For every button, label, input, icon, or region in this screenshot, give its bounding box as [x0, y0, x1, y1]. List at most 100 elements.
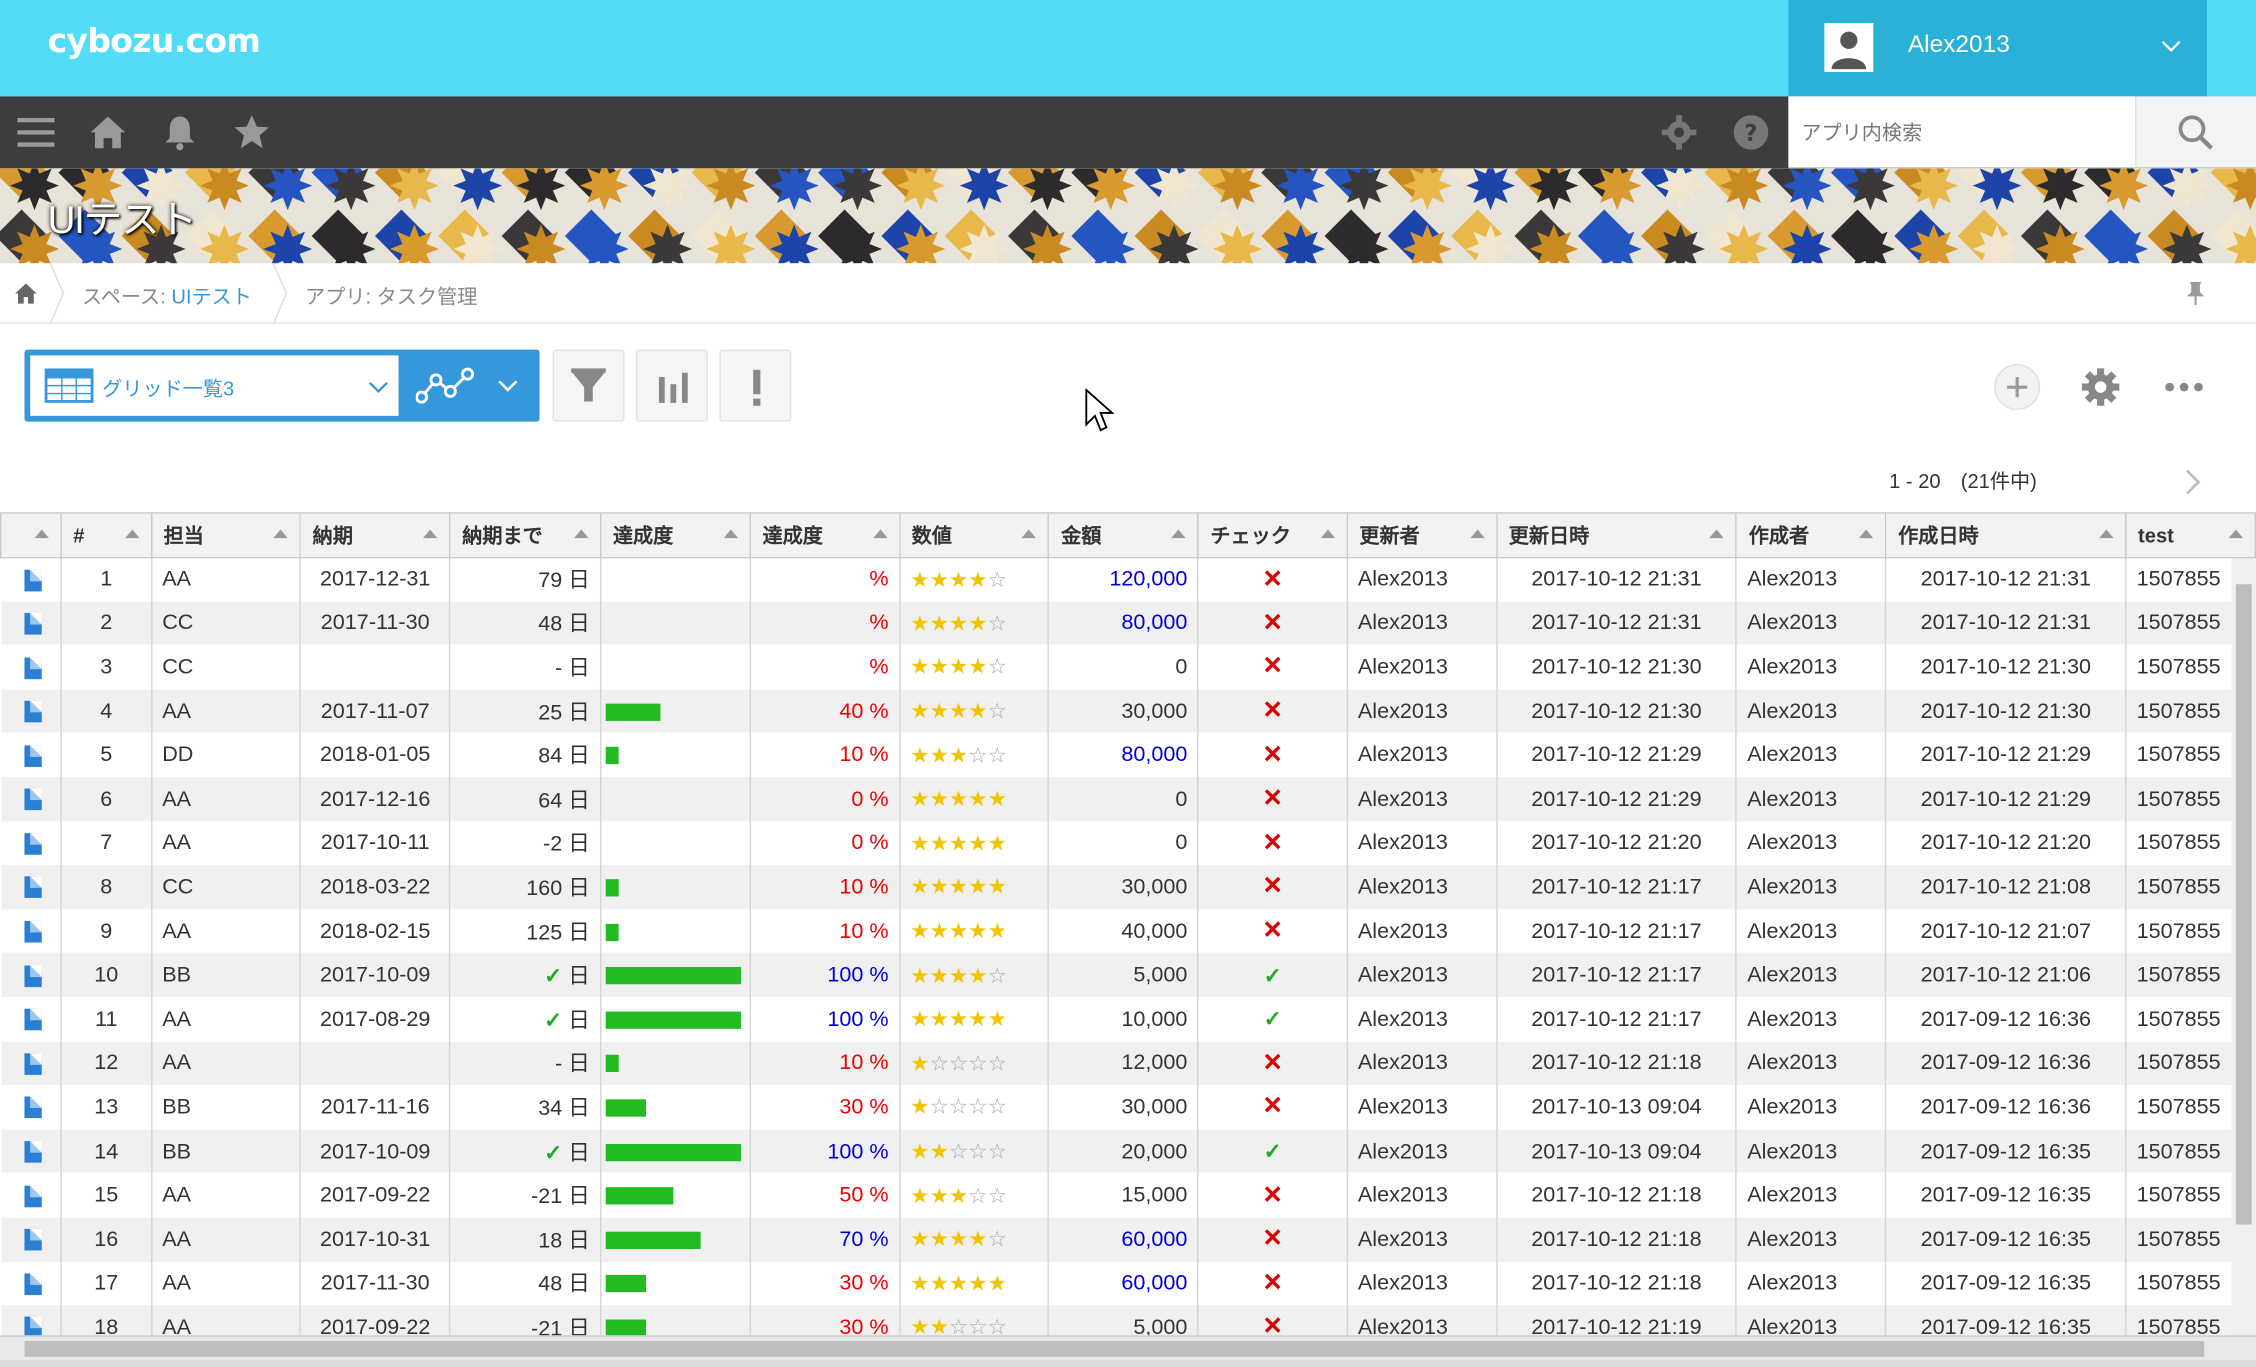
alert-button[interactable] [719, 349, 792, 422]
row-detail-cell[interactable] [0, 1041, 62, 1086]
app-settings-button[interactable] [2078, 364, 2124, 410]
row-detail-cell[interactable] [0, 953, 62, 998]
menu-icon[interactable] [17, 114, 55, 151]
table-row[interactable]: 7 AA 2017-10-11 -2 日0 % ★★★★★ 0 ✕ Alex2013 2017-… [0, 821, 2256, 866]
row-detail-cell[interactable] [0, 556, 62, 601]
add-record-button[interactable] [1994, 364, 2041, 411]
table-row[interactable]: 6 AA 2017-12-16 64 日0 % ★★★★★ 0 ✕ Alex2013 2017-… [0, 776, 2256, 822]
column-header[interactable]: 数値 [898, 513, 1050, 558]
column-header[interactable]: チェック [1197, 513, 1348, 558]
scrollbar-thumb[interactable] [2235, 584, 2252, 1225]
column-header[interactable]: 作成者 [1735, 513, 1887, 558]
table-row[interactable]: 8 CC 2018-03-22 160 日 10 % ★★★★★ 30,000 ✕ Alex20… [0, 865, 2256, 910]
row-detail-cell[interactable] [0, 1305, 62, 1336]
document-icon[interactable] [23, 1141, 42, 1163]
chevron-down-icon[interactable] [498, 378, 518, 392]
breadcrumb-space-link[interactable]: UIテスト [171, 285, 252, 308]
table-row[interactable]: 10 BB 2017-10-09 ✓ 日 100 % ★★★★☆ 5,000 ✓ Alex201… [0, 953, 2256, 998]
document-icon[interactable] [23, 921, 42, 943]
table-row[interactable]: 1 AA 2017-12-31 79 日% ★★★★☆ 120,000 ✕ Alex2013 2… [0, 556, 2256, 601]
document-icon[interactable] [23, 1185, 42, 1207]
row-detail-cell[interactable] [0, 997, 62, 1042]
vertical-scrollbar[interactable] [2231, 558, 2256, 1336]
document-icon[interactable] [23, 1229, 42, 1251]
row-detail-cell[interactable] [0, 600, 62, 645]
column-header[interactable]: 達成度 [749, 513, 901, 558]
column-header[interactable]: test [2125, 513, 2256, 558]
document-icon[interactable] [23, 1317, 42, 1336]
row-detail-cell[interactable] [0, 1129, 62, 1174]
column-header[interactable]: # [60, 513, 153, 558]
view-dropdown[interactable]: グリッド一覧3 [30, 355, 399, 416]
document-icon[interactable] [23, 656, 42, 679]
document-icon[interactable] [23, 1097, 42, 1119]
column-header[interactable]: 担当 [150, 513, 302, 558]
cell-due-date: 2017-11-30 [300, 600, 451, 645]
table-row[interactable]: 18 AA 2017-09-22 -21 日 30 % ★★☆☆☆ 5,000 ✕ Alex20… [0, 1305, 2256, 1336]
row-detail-cell[interactable] [0, 909, 62, 954]
table-row[interactable]: 12 AA - 日 10 % ★☆☆☆☆ 12,000 ✕ Alex2013 2017-10-1… [0, 1041, 2256, 1086]
pin-icon[interactable] [2184, 281, 2207, 307]
table-row[interactable]: 9 AA 2018-02-15 125 日 10 % ★★★★★ 40,000 ✕ Alex20… [0, 909, 2256, 954]
more-options-button[interactable] [2161, 364, 2207, 410]
scrollbar-thumb[interactable] [24, 1341, 2205, 1357]
column-header[interactable]: 納期まで [449, 513, 602, 558]
document-icon[interactable] [23, 1273, 42, 1295]
gear-icon[interactable] [1660, 114, 1697, 151]
help-icon[interactable]: ? [1732, 114, 1769, 151]
table-row[interactable]: 14 BB 2017-10-09 ✓ 日 100 % ★★☆☆☆ 20,000 ✓ Alex20… [0, 1129, 2256, 1174]
row-detail-cell[interactable] [0, 776, 62, 822]
star-filled-icon: ★ [910, 699, 930, 724]
document-icon[interactable] [23, 612, 42, 635]
next-page-icon[interactable] [2183, 468, 2203, 497]
view-selector[interactable]: グリッド一覧3 [24, 349, 540, 422]
bell-icon[interactable] [161, 114, 198, 151]
home-icon[interactable] [89, 114, 126, 151]
table-row[interactable]: 5 DD 2018-01-05 84 日 10 % ★★★☆☆ 80,000 ✕ Alex201… [0, 732, 2256, 777]
row-detail-cell[interactable] [0, 732, 62, 777]
row-detail-cell[interactable] [0, 1085, 62, 1130]
column-header[interactable]: 更新日時 [1495, 513, 1738, 558]
document-icon[interactable] [23, 1053, 42, 1075]
document-icon[interactable] [23, 832, 42, 855]
row-detail-cell[interactable] [0, 865, 62, 910]
chart-button[interactable] [635, 349, 708, 422]
table-row[interactable]: 11 AA 2017-08-29 ✓ 日 100 % ★★★★★ 10,000 ✓ Alex20… [0, 997, 2256, 1042]
document-icon[interactable] [23, 965, 42, 987]
table-row[interactable]: 17 AA 2017-11-30 48 日 30 % ★★★★★ 60,000 ✕ Alex20… [0, 1261, 2256, 1306]
document-icon[interactable] [23, 700, 42, 723]
table-row[interactable]: 4 AA 2017-11-07 25 日 40 % ★★★★☆ 30,000 ✕ Alex201… [0, 688, 2256, 733]
document-icon[interactable] [23, 788, 42, 811]
row-detail-cell[interactable] [0, 1217, 62, 1262]
document-icon[interactable] [23, 877, 42, 899]
row-detail-cell[interactable] [0, 1173, 62, 1218]
document-icon[interactable] [23, 569, 42, 591]
column-header[interactable]: 作成日時 [1885, 513, 2127, 558]
row-detail-cell[interactable] [0, 821, 62, 866]
table-row[interactable]: 2 CC 2017-11-30 48 日% ★★★★☆ 80,000 ✕ Alex2013 20… [0, 600, 2256, 645]
column-header[interactable]: 金額 [1048, 513, 1199, 558]
table-row[interactable]: 13 BB 2017-11-16 34 日 30 % ★☆☆☆☆ 30,000 ✕ Alex20… [0, 1085, 2256, 1130]
star-icon[interactable] [233, 114, 270, 151]
search-input[interactable] [1788, 96, 2137, 167]
row-detail-cell[interactable] [0, 1261, 62, 1306]
home-icon[interactable] [14, 282, 37, 305]
table-row[interactable]: 3 CC - 日% ★★★★☆ 0 ✕ Alex2013 2017-10-12 21:30 Al… [0, 644, 2256, 689]
search-button[interactable] [2136, 96, 2256, 167]
column-header[interactable]: 更新者 [1346, 513, 1498, 558]
star-filled-icon: ★ [910, 1271, 930, 1297]
column-header-icon[interactable] [0, 513, 62, 558]
cell-updated-at: 2017-10-12 21:18 [1496, 1261, 1738, 1306]
cybozu-logo[interactable]: cybozu.com [47, 23, 260, 60]
user-menu[interactable]: Alex2013 [1788, 0, 2208, 97]
row-detail-cell[interactable] [0, 688, 62, 733]
horizontal-scrollbar[interactable] [0, 1335, 2256, 1360]
row-detail-cell[interactable] [0, 644, 62, 689]
table-row[interactable]: 15 AA 2017-09-22 -21 日 50 % ★★★☆☆ 15,000 ✕ Alex2… [0, 1173, 2256, 1218]
column-header[interactable]: 納期 [299, 513, 451, 558]
table-row[interactable]: 16 AA 2017-10-31 18 日 70 % ★★★★☆ 60,000 ✕ Alex20… [0, 1217, 2256, 1262]
document-icon[interactable] [23, 744, 42, 767]
filter-button[interactable] [552, 349, 625, 422]
document-icon[interactable] [23, 1009, 42, 1031]
column-header[interactable]: 達成度 [599, 513, 751, 558]
